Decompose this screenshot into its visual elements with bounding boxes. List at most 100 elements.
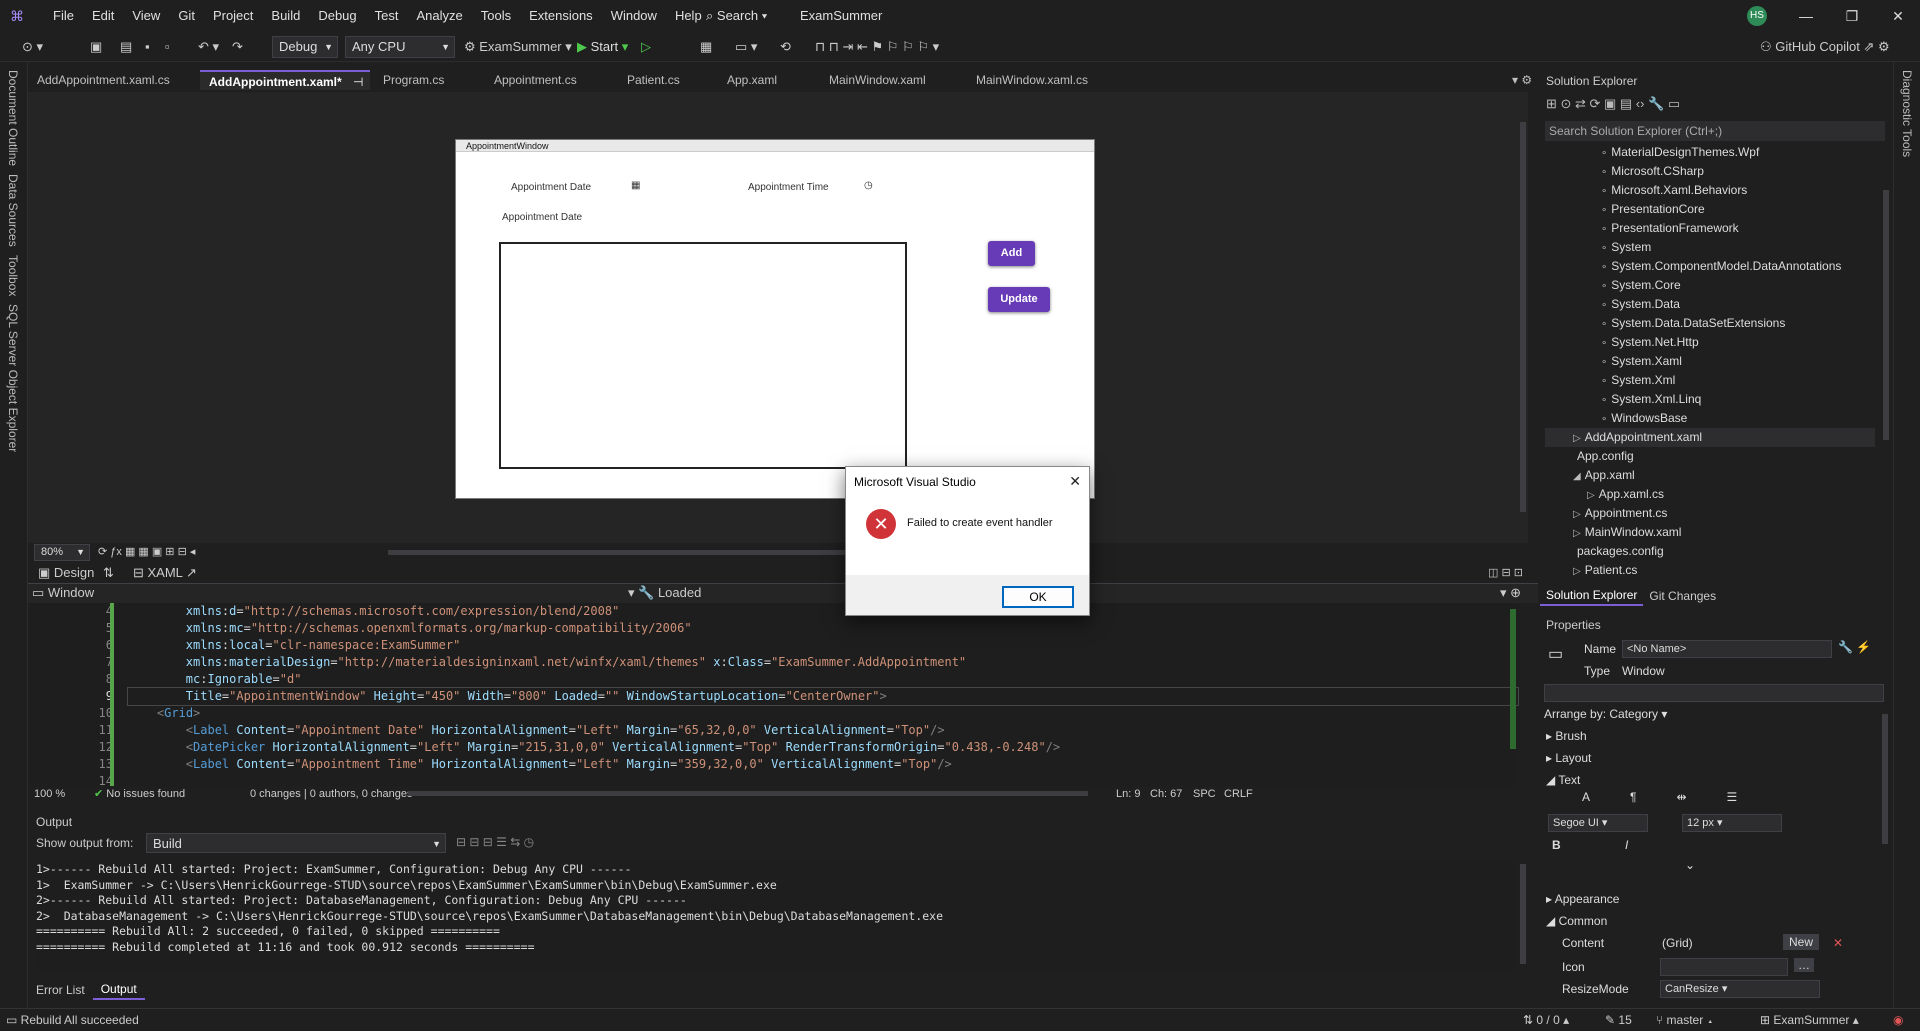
tree-item[interactable]: ∘ System.Data.DataSetExtensions xyxy=(1545,314,1875,333)
tree-item[interactable]: ∘ System.Net.Http xyxy=(1545,333,1875,352)
menu-item-git[interactable]: Git xyxy=(169,0,204,32)
save-all-icon[interactable]: ▫ xyxy=(165,36,170,58)
font-family-combo[interactable]: Segoe UI ▾ xyxy=(1548,814,1648,832)
config-combo[interactable]: Debug ▼ xyxy=(272,36,338,58)
line-indicator[interactable]: Ln: 9 xyxy=(1116,783,1140,805)
push-pull-indicator[interactable]: ⇅ 0 / 0 ▴ xyxy=(1523,1009,1569,1031)
event-combo[interactable]: ▾ 🔧 Loaded xyxy=(628,584,701,602)
whitespace-indicator[interactable]: SPC xyxy=(1193,783,1216,805)
editor-vertical-scrollbar[interactable] xyxy=(1510,609,1516,749)
tree-item[interactable]: ▷ Appointment.cs xyxy=(1545,504,1875,523)
tab-output[interactable]: Output xyxy=(92,980,145,1000)
tab-mainwindow-xaml-cs[interactable]: MainWindow.xaml.cs xyxy=(967,70,1127,90)
output-scrollbar[interactable] xyxy=(1520,864,1526,964)
font-size-combo[interactable]: 12 px ▾ xyxy=(1682,814,1782,832)
properties-scrollbar[interactable] xyxy=(1882,714,1888,844)
menu-item-view[interactable]: View xyxy=(123,0,169,32)
menu-item-extensions[interactable]: Extensions xyxy=(520,0,602,32)
tab-addappointment-xaml[interactable]: AddAppointment.xaml* ⊣ ✕ xyxy=(200,70,370,109)
save-icon[interactable]: ▪ xyxy=(145,36,150,58)
menu-item-debug[interactable]: Debug xyxy=(309,0,365,32)
name-field[interactable]: <No Name> xyxy=(1622,640,1832,658)
pending-edits-indicator[interactable]: ✎ 15 xyxy=(1605,1009,1632,1031)
tree-item[interactable]: ∘ System.Core xyxy=(1545,276,1875,295)
tab-error-list[interactable]: Error List xyxy=(28,981,93,999)
start-without-debugging-icon[interactable]: ▷ xyxy=(641,36,651,58)
design-tab[interactable]: ▣ Design xyxy=(38,563,94,583)
icon-browse-button[interactable]: … xyxy=(1794,958,1814,972)
menu-item-tools[interactable]: Tools xyxy=(472,0,520,32)
arrange-by-combo[interactable]: Arrange by: Category ▾ xyxy=(1544,707,1667,721)
tab-patient-cs[interactable]: Patient.cs xyxy=(618,70,710,90)
tree-item[interactable]: ∘ System.Xaml xyxy=(1545,352,1875,371)
output-tool-icons[interactable]: ⊟ ⊟ ⊟ ☰ ⇆ ◷ xyxy=(456,835,534,849)
menu-item-help[interactable]: Help xyxy=(666,0,711,32)
tree-item[interactable]: App.config xyxy=(1545,447,1875,466)
tree-item[interactable]: ∘ System xyxy=(1545,238,1875,257)
calendar-icon[interactable]: ▦ xyxy=(631,180,640,191)
tree-item[interactable]: ▷ Patient.cs xyxy=(1545,561,1875,580)
restore-button[interactable]: ❐ xyxy=(1829,0,1875,32)
solution-explorer-search[interactable]: Search Solution Explorer (Ctrl+;) xyxy=(1545,121,1885,141)
menu-item-project[interactable]: Project xyxy=(204,0,262,32)
rail-data-sources[interactable]: Data Sources xyxy=(6,174,20,247)
xaml-code-editor[interactable]: 4567891011121314 xmlns:d="http://schemas… xyxy=(28,603,1519,788)
repository-indicator[interactable]: ⊞ ExamSummer ▴ xyxy=(1760,1009,1859,1031)
new-content-button[interactable]: New xyxy=(1783,934,1820,950)
tab-appointment-cs[interactable]: Appointment.cs xyxy=(485,70,607,90)
xaml-tab[interactable]: ⊟ XAML ↗ xyxy=(133,563,197,583)
wpf-window-preview[interactable]: AppointmentWindow Appointment Date ▦ App… xyxy=(455,139,1095,499)
scope-combo[interactable]: ▭ Window xyxy=(32,584,94,602)
tab-app-xaml[interactable]: App.xaml xyxy=(718,70,818,90)
section-common[interactable]: ◢ Common xyxy=(1546,914,1607,928)
designer-tool-icons[interactable]: ⟳ ƒx ▦ ▦ ▣ ⊞ ⊟ ◂ xyxy=(98,543,195,561)
menu-item-analyze[interactable]: Analyze xyxy=(407,0,471,32)
section-text[interactable]: ◢ Text xyxy=(1546,773,1580,787)
property-search[interactable] xyxy=(1544,684,1884,702)
tree-item[interactable]: ▷ AddAppointment.xaml xyxy=(1545,428,1875,447)
section-layout[interactable]: ▸ Layout xyxy=(1546,751,1591,765)
new-item-icon[interactable]: ▣ xyxy=(90,36,102,58)
tree-item[interactable]: ◢ App.xaml xyxy=(1545,466,1875,485)
tab-mainwindow-xaml[interactable]: MainWindow.xaml xyxy=(820,70,960,90)
menu-item-build[interactable]: Build xyxy=(262,0,309,32)
close-window-button[interactable]: ✕ xyxy=(1875,0,1920,32)
nav-bar-split-icon[interactable]: ▾ ⊕ xyxy=(1500,584,1521,602)
platform-combo[interactable]: Any CPU ▼ xyxy=(345,36,455,58)
add-button[interactable]: Add xyxy=(988,241,1035,266)
layout-icon[interactable]: ▭ ▾ xyxy=(735,36,757,58)
bold-button[interactable]: B xyxy=(1552,838,1561,852)
menu-item-file[interactable]: File xyxy=(44,0,83,32)
editor-zoom[interactable]: 100 % xyxy=(34,783,65,805)
tree-item[interactable]: ∘ PresentationCore xyxy=(1545,200,1875,219)
menu-item-window[interactable]: Window xyxy=(602,0,666,32)
text-tool-icons[interactable]: A ¶ ⇹ ☰ xyxy=(1582,790,1737,804)
notifications-icon[interactable]: ◉ xyxy=(1893,1009,1903,1031)
tree-item[interactable]: ∘ System.Xml xyxy=(1545,371,1875,390)
update-button[interactable]: Update xyxy=(988,287,1050,312)
tree-item[interactable]: ∘ PresentationFramework xyxy=(1545,219,1875,238)
folder-icon[interactable]: ▦ xyxy=(700,36,712,58)
tab-program-cs[interactable]: Program.cs xyxy=(374,70,484,90)
minimize-button[interactable]: — xyxy=(1783,0,1829,32)
tab-solution-explorer[interactable]: Solution Explorer xyxy=(1540,586,1644,606)
expand-chevron-icon[interactable]: ⌄ xyxy=(1685,858,1695,872)
tree-item[interactable]: ▷ App.xaml.cs xyxy=(1545,485,1875,504)
tree-item[interactable]: packages.config xyxy=(1545,542,1875,561)
hot-reload-icon[interactable]: ⟲ xyxy=(780,36,791,58)
tree-item[interactable]: ∘ Microsoft.Xaml.Behaviors xyxy=(1545,181,1875,200)
tree-item[interactable]: ▷ MainWindow.xaml xyxy=(1545,523,1875,542)
designer-vertical-scrollbar[interactable] xyxy=(1520,122,1526,512)
startup-project-button[interactable]: ⚙ ExamSummer ▾ xyxy=(464,36,572,58)
dialog-close-icon[interactable]: ✕ xyxy=(1069,473,1081,490)
output-source-combo[interactable]: Build ▼ xyxy=(146,833,446,853)
appointment-listbox[interactable] xyxy=(499,242,907,469)
open-icon[interactable]: ▤ xyxy=(120,36,132,58)
tree-item[interactable]: ∘ Microsoft.CSharp xyxy=(1545,162,1875,181)
redo-icon[interactable]: ↷ xyxy=(232,36,243,58)
start-button[interactable]: ▶ Start ▾ xyxy=(577,36,628,58)
tree-item[interactable]: ∘ MaterialDesignThemes.Wpf xyxy=(1545,143,1875,162)
tree-item[interactable]: ∘ System.ComponentModel.DataAnnotations xyxy=(1545,257,1875,276)
solution-explorer-scrollbar[interactable] xyxy=(1883,190,1889,440)
output-text[interactable]: 1>------ Rebuild All started: Project: E… xyxy=(36,862,1516,972)
